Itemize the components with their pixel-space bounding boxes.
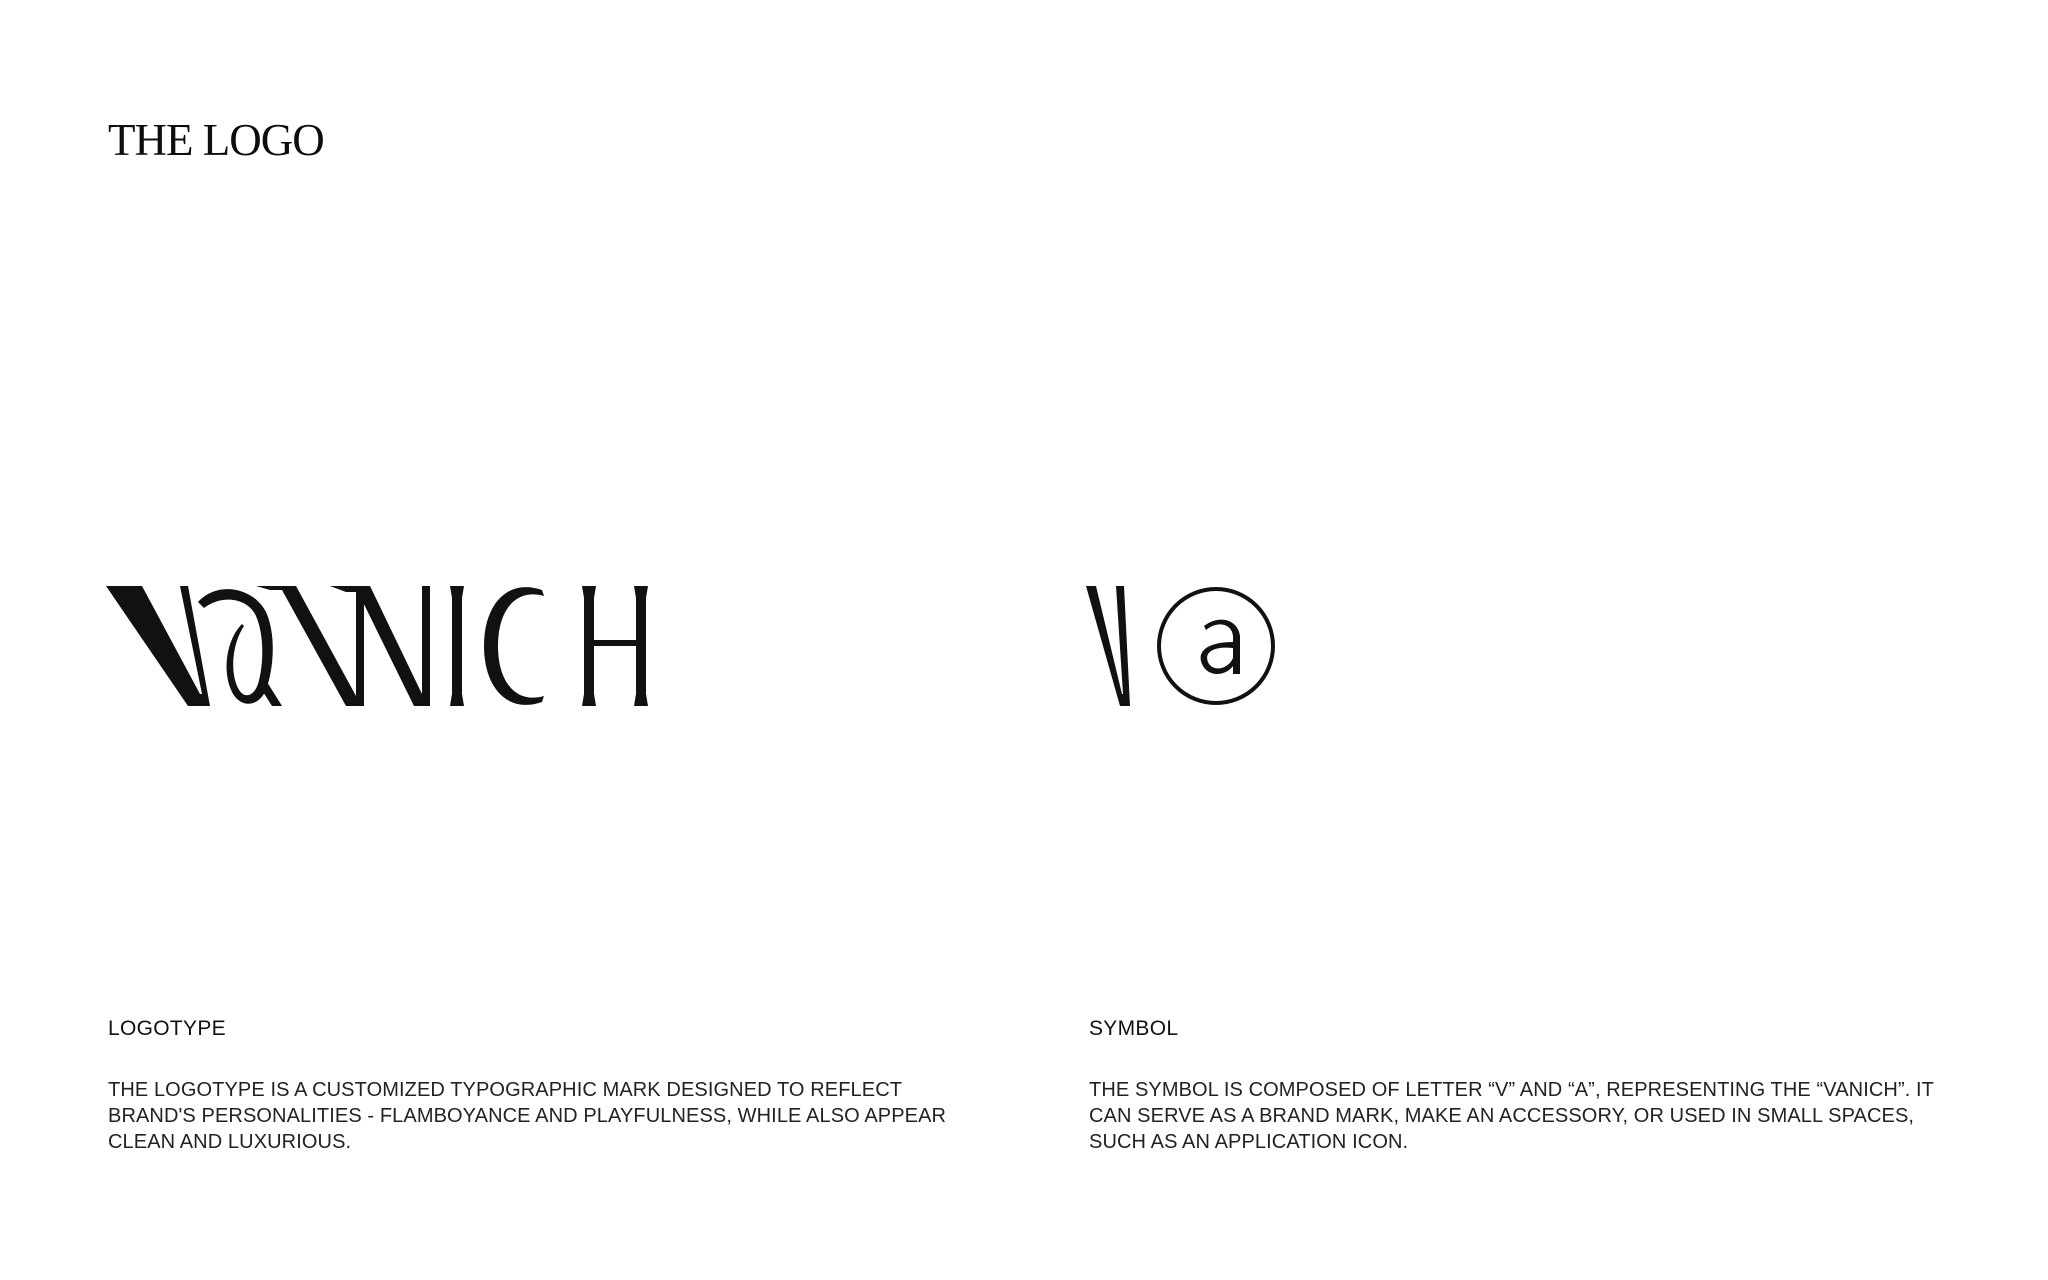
vanich-logotype (106, 584, 652, 708)
logotype-heading: LOGOTYPE (108, 1017, 226, 1040)
page-title: THE LOGO (108, 115, 325, 165)
logotype-section: LOGOTYPE THE LOGOTYPE IS A CUSTOMIZED TY… (108, 1018, 988, 1155)
symbol-description: THE SYMBOL IS COMPOSED OF LETTER “V” AND… (1089, 1079, 1934, 1153)
vanich-symbol (1086, 584, 1286, 708)
symbol-section: SYMBOL THE SYMBOL IS COMPOSED OF LETTER … (1089, 1018, 1969, 1155)
logotype-description: THE LOGOTYPE IS A CUSTOMIZED TYPOGRAPHIC… (108, 1079, 947, 1153)
symbol-heading: SYMBOL (1089, 1017, 1179, 1040)
